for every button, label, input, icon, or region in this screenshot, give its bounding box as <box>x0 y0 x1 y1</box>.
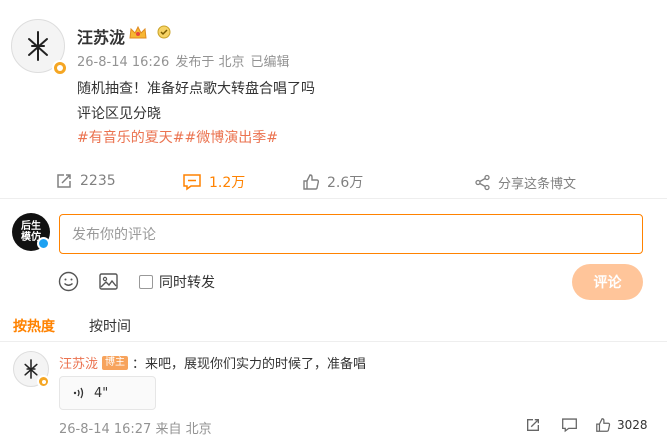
post-source: 发布于 北京 <box>175 55 245 70</box>
comment-author-name[interactable]: 汪苏泷 <box>59 353 98 372</box>
image-icon[interactable] <box>98 271 119 296</box>
submit-comment-button[interactable]: 评论 <box>572 264 643 300</box>
user-verified-icon <box>37 237 50 250</box>
post-author-name[interactable]: 汪苏泷 <box>77 24 125 48</box>
comment-icon <box>183 174 201 191</box>
share-icon <box>475 174 490 191</box>
comment-text: ：来吧，展现你们实力的时候了，准备唱 <box>132 357 367 372</box>
comment-repost-icon[interactable] <box>525 417 541 433</box>
emoji-icon[interactable] <box>58 271 79 296</box>
avatar-text-top: 后生 <box>21 221 41 232</box>
comment-like-icon[interactable] <box>595 417 611 433</box>
post-text-line-1: 随机抽查！准备好点歌大转盘合唱了吗 <box>77 81 315 97</box>
comment-verified-icon <box>37 375 50 388</box>
share-action[interactable]: 分享这条博文 <box>474 173 576 192</box>
repost-action[interactable]: 2235 <box>55 172 116 190</box>
comment-timestamp: 26-8-14 16:27 来自 北京 <box>59 422 212 437</box>
action-bar-divider <box>0 198 667 199</box>
fan-badge-icon <box>156 24 172 44</box>
sort-divider <box>0 341 667 342</box>
repost-icon <box>57 174 71 188</box>
post-timestamp[interactable]: 26-8-14 16:26 <box>77 55 169 70</box>
repost-checkbox[interactable] <box>139 275 153 289</box>
voice-message[interactable]: 4" <box>59 376 156 410</box>
post-hashtags[interactable]: #有音乐的夏天##微博演出季# <box>77 127 278 149</box>
sort-by-hot-tab[interactable]: 按热度 <box>13 316 55 336</box>
comment-like-count: 3028 <box>617 418 648 432</box>
voice-icon <box>73 387 84 399</box>
post-meta: 26-8-14 16:26 发布于 北京 已编辑 <box>77 51 296 70</box>
post-edited-label[interactable]: 已编辑 <box>250 55 289 70</box>
comment-actions: 3028 <box>525 417 648 433</box>
author-badge: 博主 <box>102 355 129 370</box>
crown-icon <box>128 24 148 46</box>
comment-reply-icon[interactable] <box>561 417 578 433</box>
comment-header: 汪苏泷 博主 ：来吧，展现你们实力的时候了，准备唱 <box>59 353 366 372</box>
comment-action[interactable]: 1.2万 <box>182 172 245 192</box>
comment-input-placeholder: 发布你的评论 <box>72 227 156 243</box>
comment-count: 1.2万 <box>209 175 246 191</box>
repost-toggle-label: 同时转发 <box>159 275 215 291</box>
post-text-line-2: 评论区见分晓 <box>77 106 161 122</box>
repost-toggle[interactable]: 同时转发 <box>139 272 215 292</box>
like-action[interactable]: 2.6万 <box>302 172 363 192</box>
sort-by-time-tab[interactable]: 按时间 <box>89 316 131 336</box>
share-label: 分享这条博文 <box>498 177 577 192</box>
like-icon <box>303 174 320 190</box>
voice-duration: 4" <box>94 385 109 401</box>
author-logo-icon <box>28 31 48 61</box>
repost-count: 2235 <box>80 173 116 189</box>
verified-badge-icon <box>52 60 68 76</box>
comment-input[interactable]: 发布你的评论 <box>59 214 643 254</box>
like-count: 2.6万 <box>327 175 364 191</box>
